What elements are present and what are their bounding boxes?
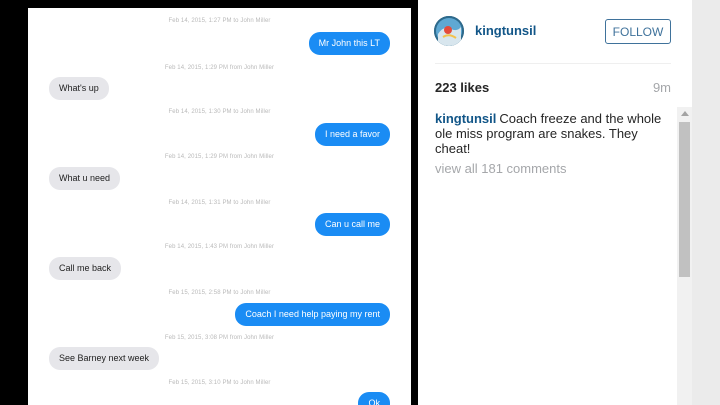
post-photo: Feb 14, 2015, 1:27 PM to John Miller Mr J… — [0, 0, 418, 405]
username-link[interactable]: kingtunsil — [475, 23, 536, 38]
outgoing-message-bubble: Coach I need help paying my rent — [235, 303, 390, 326]
outgoing-message-bubble: I need a favor — [314, 123, 390, 146]
scroll-thumb[interactable] — [679, 122, 690, 277]
likes-count[interactable]: 223 likes — [435, 80, 489, 95]
post-time[interactable]: 9m — [653, 80, 671, 95]
incoming-message-bubble: See Barney next week — [49, 347, 160, 370]
message-timestamp: Feb 15, 2015, 2:58 PM to John Miller — [168, 290, 271, 296]
page-background-strip — [692, 0, 720, 405]
post-side-panel: kingtunsil FOLLOW 223 likes 9m kingtunsi… — [418, 0, 692, 405]
incoming-message-bubble: Call me back — [49, 257, 122, 280]
message-timestamp: Feb 14, 2015, 1:31 PM to John Miller — [168, 200, 271, 206]
view-all-comments-link[interactable]: view all 181 comments — [435, 161, 567, 176]
message-timestamp: Feb 15, 2015, 3:08 PM from John Miller — [164, 335, 275, 341]
scroll-up-arrow-icon[interactable] — [681, 111, 689, 116]
text-message-screenshot: Feb 14, 2015, 1:27 PM to John Miller Mr J… — [28, 8, 411, 405]
message-timestamp: Feb 14, 2015, 1:29 PM from John Miller — [164, 154, 275, 160]
comments-scrollbar[interactable] — [677, 107, 692, 405]
caption: kingtunsil Coach freeze and the whole ole… — [435, 111, 669, 156]
avatar[interactable] — [434, 16, 464, 46]
message-timestamp: Feb 14, 2015, 1:29 PM from John Miller — [164, 65, 275, 71]
outgoing-message-bubble: Can u call me — [314, 213, 390, 236]
follow-button[interactable]: FOLLOW — [605, 19, 671, 44]
incoming-message-bubble: What's up — [49, 77, 109, 100]
message-timestamp: Feb 15, 2015, 3:10 PM to John Miller — [168, 380, 271, 386]
outgoing-message-bubble: Mr John this LT — [308, 32, 390, 55]
message-timestamp: Feb 14, 2015, 1:27 PM to John Miller — [168, 18, 271, 24]
header-divider — [435, 63, 671, 64]
message-timestamp: Feb 14, 2015, 1:43 PM from John Miller — [164, 244, 275, 250]
message-timestamp: Feb 14, 2015, 1:30 PM to John Miller — [168, 109, 271, 115]
incoming-message-bubble: What u need — [49, 167, 121, 190]
avatar-icon — [434, 16, 464, 46]
caption-username-link[interactable]: kingtunsil — [435, 111, 496, 126]
outgoing-message-bubble: Ok — [358, 392, 390, 405]
